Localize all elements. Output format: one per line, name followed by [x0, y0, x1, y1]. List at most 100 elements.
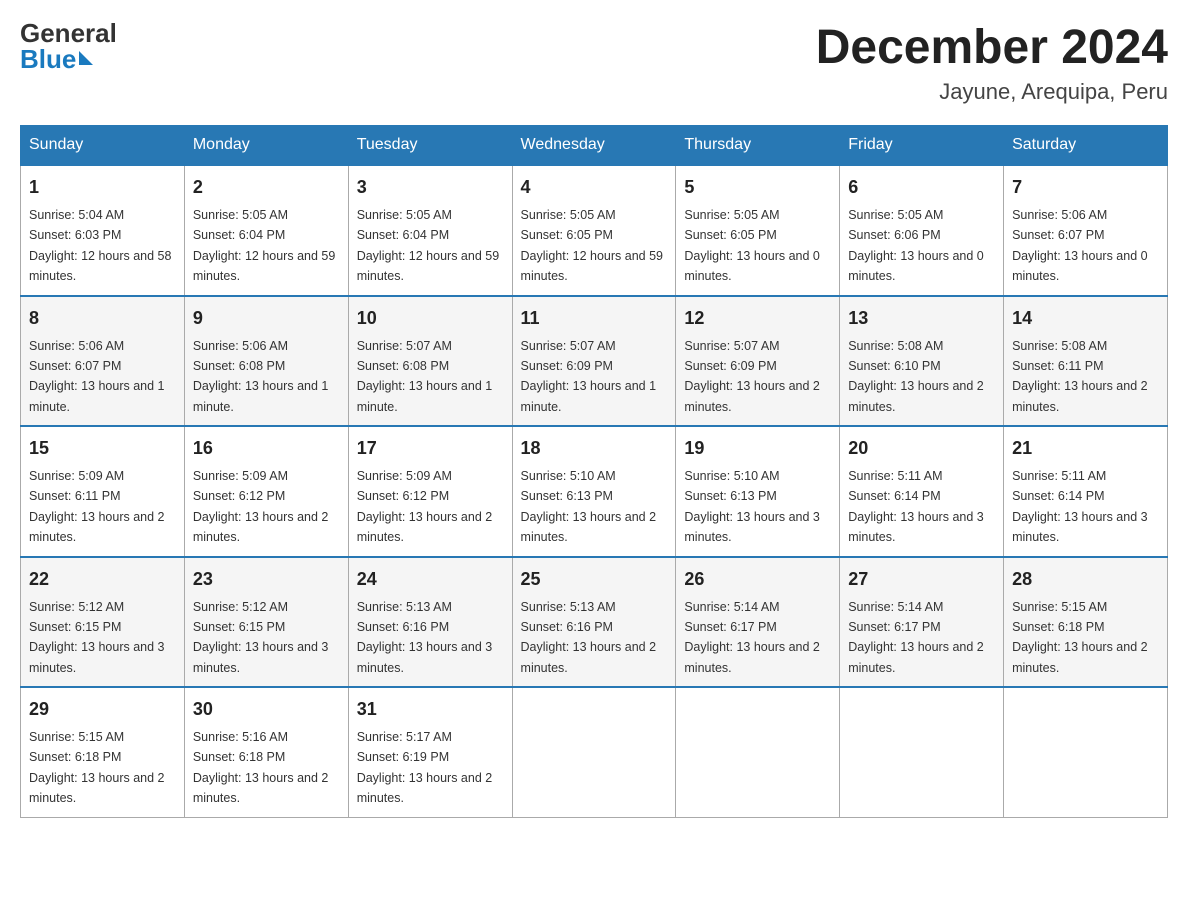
logo-arrow-icon: [79, 51, 93, 65]
day-number: 7: [1012, 174, 1159, 201]
calendar-cell: 4 Sunrise: 5:05 AMSunset: 6:05 PMDayligh…: [512, 165, 676, 296]
day-number: 21: [1012, 435, 1159, 462]
header-day-wednesday: Wednesday: [512, 126, 676, 166]
day-number: 23: [193, 566, 340, 593]
header-row: SundayMondayTuesdayWednesdayThursdayFrid…: [21, 126, 1168, 166]
day-number: 24: [357, 566, 504, 593]
day-info: Sunrise: 5:15 AMSunset: 6:18 PMDaylight:…: [29, 730, 165, 805]
day-number: 2: [193, 174, 340, 201]
calendar-cell: 24 Sunrise: 5:13 AMSunset: 6:16 PMDaylig…: [348, 557, 512, 688]
day-info: Sunrise: 5:07 AMSunset: 6:09 PMDaylight:…: [521, 339, 657, 414]
day-info: Sunrise: 5:16 AMSunset: 6:18 PMDaylight:…: [193, 730, 329, 805]
calendar-cell: 29 Sunrise: 5:15 AMSunset: 6:18 PMDaylig…: [21, 687, 185, 817]
day-number: 6: [848, 174, 995, 201]
calendar-cell: 16 Sunrise: 5:09 AMSunset: 6:12 PMDaylig…: [184, 426, 348, 557]
day-info: Sunrise: 5:05 AMSunset: 6:05 PMDaylight:…: [521, 208, 663, 283]
day-info: Sunrise: 5:06 AMSunset: 6:08 PMDaylight:…: [193, 339, 329, 414]
calendar-cell: 11 Sunrise: 5:07 AMSunset: 6:09 PMDaylig…: [512, 296, 676, 427]
calendar-cell: 30 Sunrise: 5:16 AMSunset: 6:18 PMDaylig…: [184, 687, 348, 817]
day-info: Sunrise: 5:12 AMSunset: 6:15 PMDaylight:…: [193, 600, 329, 675]
day-info: Sunrise: 5:17 AMSunset: 6:19 PMDaylight:…: [357, 730, 493, 805]
day-number: 10: [357, 305, 504, 332]
day-number: 20: [848, 435, 995, 462]
day-info: Sunrise: 5:09 AMSunset: 6:11 PMDaylight:…: [29, 469, 165, 544]
logo: General Blue: [20, 20, 119, 72]
day-number: 28: [1012, 566, 1159, 593]
day-number: 1: [29, 174, 176, 201]
day-number: 11: [521, 305, 668, 332]
calendar-cell: [512, 687, 676, 817]
day-number: 29: [29, 696, 176, 723]
calendar-cell: 25 Sunrise: 5:13 AMSunset: 6:16 PMDaylig…: [512, 557, 676, 688]
calendar-cell: 13 Sunrise: 5:08 AMSunset: 6:10 PMDaylig…: [840, 296, 1004, 427]
calendar-cell: 28 Sunrise: 5:15 AMSunset: 6:18 PMDaylig…: [1004, 557, 1168, 688]
day-number: 16: [193, 435, 340, 462]
day-info: Sunrise: 5:06 AMSunset: 6:07 PMDaylight:…: [29, 339, 165, 414]
day-info: Sunrise: 5:09 AMSunset: 6:12 PMDaylight:…: [357, 469, 493, 544]
day-info: Sunrise: 5:13 AMSunset: 6:16 PMDaylight:…: [357, 600, 493, 675]
calendar-cell: 8 Sunrise: 5:06 AMSunset: 6:07 PMDayligh…: [21, 296, 185, 427]
day-number: 17: [357, 435, 504, 462]
calendar-cell: [676, 687, 840, 817]
calendar-cell: 7 Sunrise: 5:06 AMSunset: 6:07 PMDayligh…: [1004, 165, 1168, 296]
page-title: December 2024: [816, 20, 1168, 75]
day-info: Sunrise: 5:10 AMSunset: 6:13 PMDaylight:…: [684, 469, 820, 544]
calendar-cell: 20 Sunrise: 5:11 AMSunset: 6:14 PMDaylig…: [840, 426, 1004, 557]
day-number: 9: [193, 305, 340, 332]
day-number: 8: [29, 305, 176, 332]
header-day-tuesday: Tuesday: [348, 126, 512, 166]
calendar-cell: 18 Sunrise: 5:10 AMSunset: 6:13 PMDaylig…: [512, 426, 676, 557]
calendar-cell: 1 Sunrise: 5:04 AMSunset: 6:03 PMDayligh…: [21, 165, 185, 296]
calendar-cell: 17 Sunrise: 5:09 AMSunset: 6:12 PMDaylig…: [348, 426, 512, 557]
header-day-sunday: Sunday: [21, 126, 185, 166]
week-row-2: 8 Sunrise: 5:06 AMSunset: 6:07 PMDayligh…: [21, 296, 1168, 427]
calendar-cell: 3 Sunrise: 5:05 AMSunset: 6:04 PMDayligh…: [348, 165, 512, 296]
calendar-cell: 10 Sunrise: 5:07 AMSunset: 6:08 PMDaylig…: [348, 296, 512, 427]
day-info: Sunrise: 5:15 AMSunset: 6:18 PMDaylight:…: [1012, 600, 1148, 675]
day-number: 15: [29, 435, 176, 462]
logo-blue-text: Blue: [20, 46, 76, 72]
day-number: 14: [1012, 305, 1159, 332]
calendar-cell: 27 Sunrise: 5:14 AMSunset: 6:17 PMDaylig…: [840, 557, 1004, 688]
logo-icon: General Blue: [20, 20, 117, 72]
calendar-cell: 26 Sunrise: 5:14 AMSunset: 6:17 PMDaylig…: [676, 557, 840, 688]
day-info: Sunrise: 5:09 AMSunset: 6:12 PMDaylight:…: [193, 469, 329, 544]
header-day-thursday: Thursday: [676, 126, 840, 166]
day-number: 31: [357, 696, 504, 723]
page-subtitle: Jayune, Arequipa, Peru: [816, 79, 1168, 105]
calendar-cell: 2 Sunrise: 5:05 AMSunset: 6:04 PMDayligh…: [184, 165, 348, 296]
day-number: 3: [357, 174, 504, 201]
day-info: Sunrise: 5:11 AMSunset: 6:14 PMDaylight:…: [1012, 469, 1148, 544]
calendar-cell: 19 Sunrise: 5:10 AMSunset: 6:13 PMDaylig…: [676, 426, 840, 557]
day-info: Sunrise: 5:13 AMSunset: 6:16 PMDaylight:…: [521, 600, 657, 675]
day-number: 13: [848, 305, 995, 332]
day-info: Sunrise: 5:05 AMSunset: 6:04 PMDaylight:…: [357, 208, 499, 283]
day-number: 25: [521, 566, 668, 593]
day-number: 19: [684, 435, 831, 462]
calendar-cell: [840, 687, 1004, 817]
header-day-monday: Monday: [184, 126, 348, 166]
header-day-friday: Friday: [840, 126, 1004, 166]
calendar-cell: 5 Sunrise: 5:05 AMSunset: 6:05 PMDayligh…: [676, 165, 840, 296]
day-number: 27: [848, 566, 995, 593]
calendar-cell: 31 Sunrise: 5:17 AMSunset: 6:19 PMDaylig…: [348, 687, 512, 817]
calendar-cell: 23 Sunrise: 5:12 AMSunset: 6:15 PMDaylig…: [184, 557, 348, 688]
week-row-4: 22 Sunrise: 5:12 AMSunset: 6:15 PMDaylig…: [21, 557, 1168, 688]
day-info: Sunrise: 5:07 AMSunset: 6:08 PMDaylight:…: [357, 339, 493, 414]
calendar-cell: [1004, 687, 1168, 817]
day-info: Sunrise: 5:05 AMSunset: 6:04 PMDaylight:…: [193, 208, 335, 283]
day-number: 12: [684, 305, 831, 332]
calendar-cell: 6 Sunrise: 5:05 AMSunset: 6:06 PMDayligh…: [840, 165, 1004, 296]
day-info: Sunrise: 5:14 AMSunset: 6:17 PMDaylight:…: [684, 600, 820, 675]
day-info: Sunrise: 5:12 AMSunset: 6:15 PMDaylight:…: [29, 600, 165, 675]
day-info: Sunrise: 5:11 AMSunset: 6:14 PMDaylight:…: [848, 469, 984, 544]
day-info: Sunrise: 5:05 AMSunset: 6:06 PMDaylight:…: [848, 208, 984, 283]
calendar-cell: 15 Sunrise: 5:09 AMSunset: 6:11 PMDaylig…: [21, 426, 185, 557]
day-number: 30: [193, 696, 340, 723]
day-info: Sunrise: 5:05 AMSunset: 6:05 PMDaylight:…: [684, 208, 820, 283]
day-info: Sunrise: 5:06 AMSunset: 6:07 PMDaylight:…: [1012, 208, 1148, 283]
day-number: 26: [684, 566, 831, 593]
calendar-cell: 22 Sunrise: 5:12 AMSunset: 6:15 PMDaylig…: [21, 557, 185, 688]
day-info: Sunrise: 5:08 AMSunset: 6:11 PMDaylight:…: [1012, 339, 1148, 414]
header-day-saturday: Saturday: [1004, 126, 1168, 166]
